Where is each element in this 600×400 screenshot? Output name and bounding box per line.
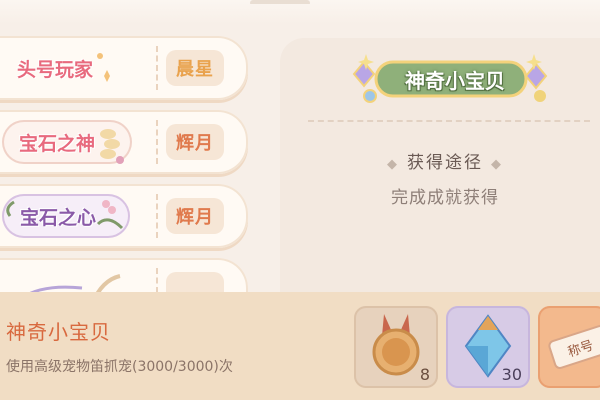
title-plate: 宝石之神	[2, 120, 132, 164]
sparkle-icon	[97, 53, 110, 82]
title-row-1[interactable]: 头号玩家 晨星	[0, 36, 248, 100]
panel-divider	[308, 120, 590, 122]
title-banner: 神奇小宝贝	[350, 52, 550, 108]
title-tag-icon: 称号	[546, 323, 600, 371]
obtain-method: 完成成就获得	[391, 188, 499, 208]
row-divider	[156, 120, 158, 164]
reward-title-tag[interactable]: 称号	[538, 306, 600, 388]
title-row-3[interactable]: 宝石之心 辉月	[0, 184, 248, 248]
title-list: 头号玩家 晨星 宝石之神 辉月 宝石之心 辉月	[0, 36, 260, 322]
title-plate: 头号玩家	[0, 46, 110, 90]
title-name: 宝石之神	[18, 132, 95, 155]
title-plate: 宝石之心	[2, 194, 130, 238]
top-handle	[250, 0, 310, 6]
rank-badge: 晨星	[166, 50, 224, 86]
rank-badge-label: 晨星	[176, 59, 214, 80]
title-row-2[interactable]: 宝石之神 辉月	[0, 110, 248, 174]
achievement-description: 使用高级宠物笛抓宠(3000/3000)次	[6, 359, 233, 375]
reward-count: 30	[501, 365, 522, 384]
banner-title: 神奇小宝贝	[405, 68, 505, 93]
rank-badge: 辉月	[166, 124, 224, 160]
achievement-bar: 神奇小宝贝 使用高级宠物笛抓宠(3000/3000)次 8 30 称号	[0, 292, 600, 400]
row-divider	[156, 46, 158, 90]
rank-badge-label: 辉月	[176, 207, 214, 228]
rank-badge-label: 辉月	[176, 133, 214, 154]
reward-count: 8	[419, 365, 430, 384]
diamond-icon: ◆	[387, 157, 399, 172]
achievement-name: 神奇小宝贝	[6, 320, 111, 344]
rank-badge: 辉月	[166, 198, 224, 234]
diamond-icon: ◆	[491, 157, 503, 172]
row-divider	[156, 194, 158, 238]
reward-medal[interactable]: 8	[354, 306, 438, 388]
obtain-heading: ◆ 获得途径 ◆	[280, 148, 600, 173]
obtain-label: 获得途径	[407, 153, 483, 173]
title-name: 宝石之心	[19, 206, 96, 229]
title-detail-panel: 神奇小宝贝 ◆ 获得途径 ◆ 完成成就获得	[280, 38, 600, 300]
reward-tag-label: 称号	[565, 337, 596, 361]
reward-crystal[interactable]: 30	[446, 306, 530, 388]
